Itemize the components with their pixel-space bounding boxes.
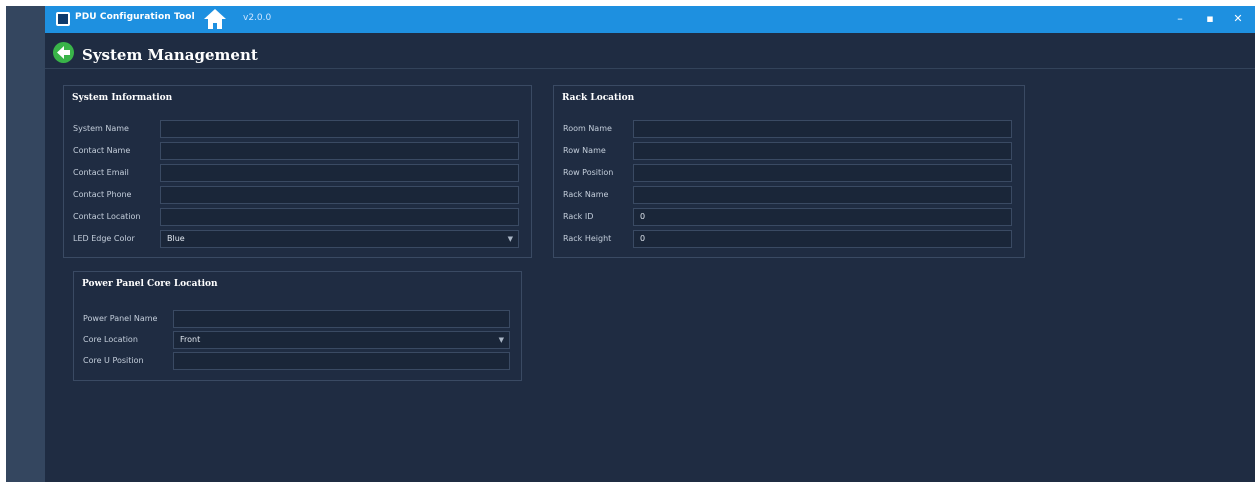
rack-height-label: Rack Height	[563, 234, 612, 243]
header-divider	[45, 68, 1255, 69]
power-panel-group: Power Panel Core Location Power Panel Na…	[73, 271, 522, 381]
core-u-position-input[interactable]	[173, 352, 510, 370]
led-edge-color-label: LED Edge Color	[73, 234, 135, 243]
contact-phone-input[interactable]	[160, 186, 519, 204]
page-title: System Management	[82, 46, 258, 64]
contact-email-input[interactable]	[160, 164, 519, 182]
rack-name-input[interactable]	[633, 186, 1012, 204]
contact-phone-label: Contact Phone	[73, 190, 132, 199]
pdu-logo-icon	[56, 12, 70, 26]
back-button[interactable]	[53, 42, 74, 63]
contact-location-label: Contact Location	[73, 212, 141, 221]
contact-name-label: Contact Name	[73, 146, 131, 155]
chevron-down-icon: ▼	[507, 235, 513, 243]
group-title: Rack Location	[562, 93, 635, 103]
home-button[interactable]	[203, 8, 227, 30]
chevron-down-icon: ▼	[498, 336, 504, 344]
core-location-label: Core Location	[83, 335, 138, 344]
rack-name-label: Rack Name	[563, 190, 609, 199]
app-version: v2.0.0	[243, 13, 272, 23]
group-title: System Information	[72, 93, 173, 103]
row-name-label: Row Name	[563, 146, 606, 155]
core-location-value: Front	[180, 335, 201, 344]
rack-location-group: Rack Location Room Name Row Name Row Pos…	[553, 85, 1025, 258]
title-bar: PDU Configuration Tool v2.0.0 – ▪ ✕	[45, 6, 1255, 33]
close-button[interactable]: ✕	[1229, 10, 1247, 28]
rack-id-input[interactable]: 0	[633, 208, 1012, 226]
power-panel-name-label: Power Panel Name	[83, 314, 158, 323]
led-edge-color-value: Blue	[167, 234, 185, 243]
rack-height-input[interactable]: 0	[633, 230, 1012, 248]
system-information-group: System Information System Name Contact N…	[63, 85, 532, 258]
left-rail	[6, 6, 45, 482]
contact-email-label: Contact Email	[73, 168, 129, 177]
core-location-select[interactable]: Front ▼	[173, 331, 510, 349]
app-title: PDU Configuration Tool	[75, 12, 195, 22]
row-position-input[interactable]	[633, 164, 1012, 182]
maximize-button[interactable]: ▪	[1201, 10, 1219, 28]
contact-location-input[interactable]	[160, 208, 519, 226]
system-name-label: System Name	[73, 124, 129, 133]
row-position-label: Row Position	[563, 168, 614, 177]
system-name-input[interactable]	[160, 120, 519, 138]
home-icon	[204, 9, 226, 29]
core-u-position-label: Core U Position	[83, 356, 144, 365]
row-name-input[interactable]	[633, 142, 1012, 160]
back-arrow-icon	[57, 46, 70, 59]
minimize-button[interactable]: –	[1171, 10, 1189, 28]
led-edge-color-select[interactable]: Blue ▼	[160, 230, 519, 248]
app-window: PDU Configuration Tool v2.0.0 – ▪ ✕ Syst…	[6, 6, 1255, 482]
power-panel-name-input[interactable]	[173, 310, 510, 328]
room-name-input[interactable]	[633, 120, 1012, 138]
rack-id-label: Rack ID	[563, 212, 594, 221]
contact-name-input[interactable]	[160, 142, 519, 160]
room-name-label: Room Name	[563, 124, 612, 133]
group-title: Power Panel Core Location	[82, 279, 218, 289]
